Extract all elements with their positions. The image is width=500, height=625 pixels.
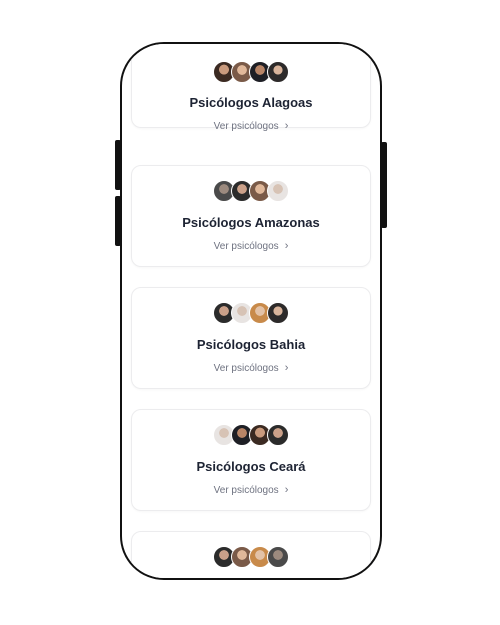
card-title: Psicólogos Alagoas (189, 95, 313, 110)
state-card-ceara[interactable]: Psicólogos Ceará Ver psicólogos › (131, 409, 371, 511)
chevron-right-icon: › (284, 484, 289, 496)
card-title: Psicólogos Ceará (196, 459, 306, 474)
card-title: Psicólogos Bahia (196, 337, 306, 352)
psychologist-avatars (132, 546, 370, 568)
psychologist-avatars (132, 180, 370, 202)
view-psychologists-link[interactable]: Ver psicólogos › (132, 362, 370, 374)
view-psychologists-link[interactable]: Ver psicólogos › (132, 484, 370, 496)
view-psychologists-link[interactable]: Ver psicólogos › (132, 240, 370, 252)
phone-frame: Psicólogos Alagoas Ver psicólogos › Psicó… (120, 42, 382, 580)
avatar (267, 180, 289, 202)
chevron-right-icon: › (284, 120, 289, 132)
avatar (267, 424, 289, 446)
state-card-next[interactable] (131, 531, 371, 578)
avatar (267, 302, 289, 324)
avatar (267, 546, 289, 568)
chevron-right-icon: › (284, 362, 289, 374)
avatar (267, 61, 289, 83)
state-card-bahia[interactable]: Psicólogos Bahia Ver psicólogos › (131, 287, 371, 389)
psychologist-avatars (132, 61, 370, 83)
chevron-right-icon: › (284, 240, 289, 252)
psychologist-avatars (132, 302, 370, 324)
card-title: Psicólogos Amazonas (182, 215, 320, 230)
state-card-amazonas[interactable]: Psicólogos Amazonas Ver psicólogos › (131, 165, 371, 267)
state-list: Psicólogos Alagoas Ver psicólogos › Psicó… (122, 44, 380, 578)
state-card-alagoas[interactable]: Psicólogos Alagoas Ver psicólogos › (131, 44, 371, 132)
psychologist-avatars (132, 424, 370, 446)
view-psychologists-link[interactable]: Ver psicólogos › (132, 120, 370, 132)
